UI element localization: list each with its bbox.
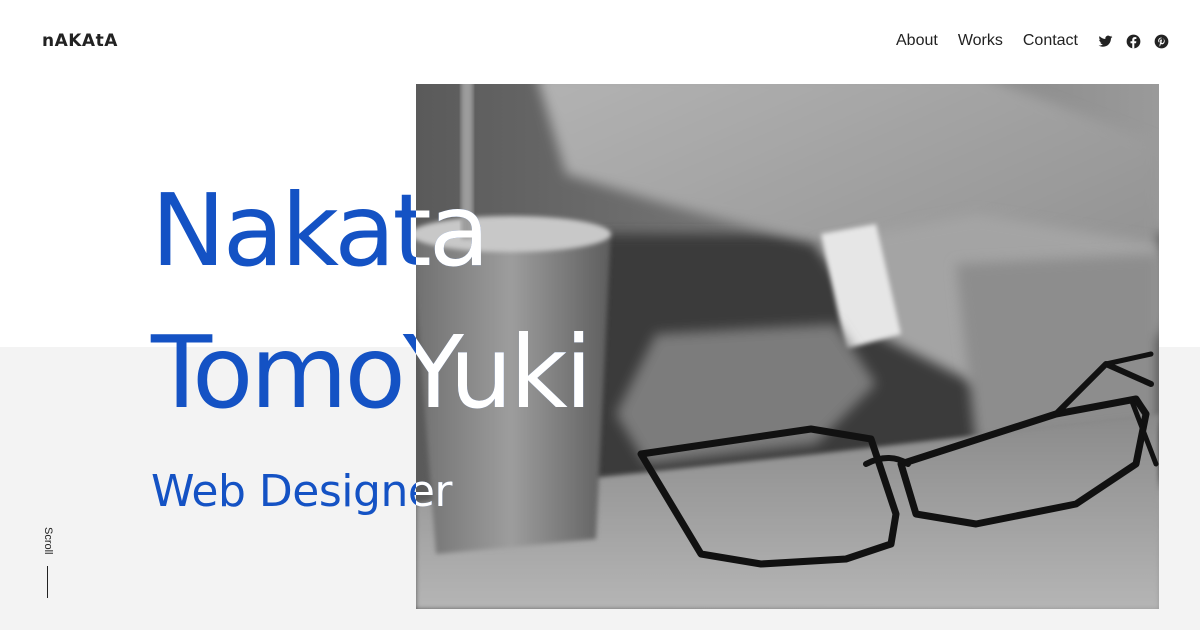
social-links [1098, 34, 1169, 49]
site-logo[interactable]: nAKAtA [42, 30, 118, 52]
hero-photo [416, 84, 1159, 609]
nav-about-link[interactable]: About [896, 31, 938, 51]
nav-works-link[interactable]: Works [958, 31, 1003, 51]
scroll-indicator[interactable]: Scroll [41, 527, 57, 599]
scroll-line [47, 566, 48, 598]
twitter-icon[interactable] [1098, 34, 1113, 49]
main-nav: About Works Contact [896, 31, 1169, 51]
scroll-label: Scroll [42, 527, 54, 555]
facebook-icon[interactable] [1126, 34, 1141, 49]
pinterest-icon[interactable] [1154, 34, 1169, 49]
nav-contact-link[interactable]: Contact [1023, 31, 1078, 51]
